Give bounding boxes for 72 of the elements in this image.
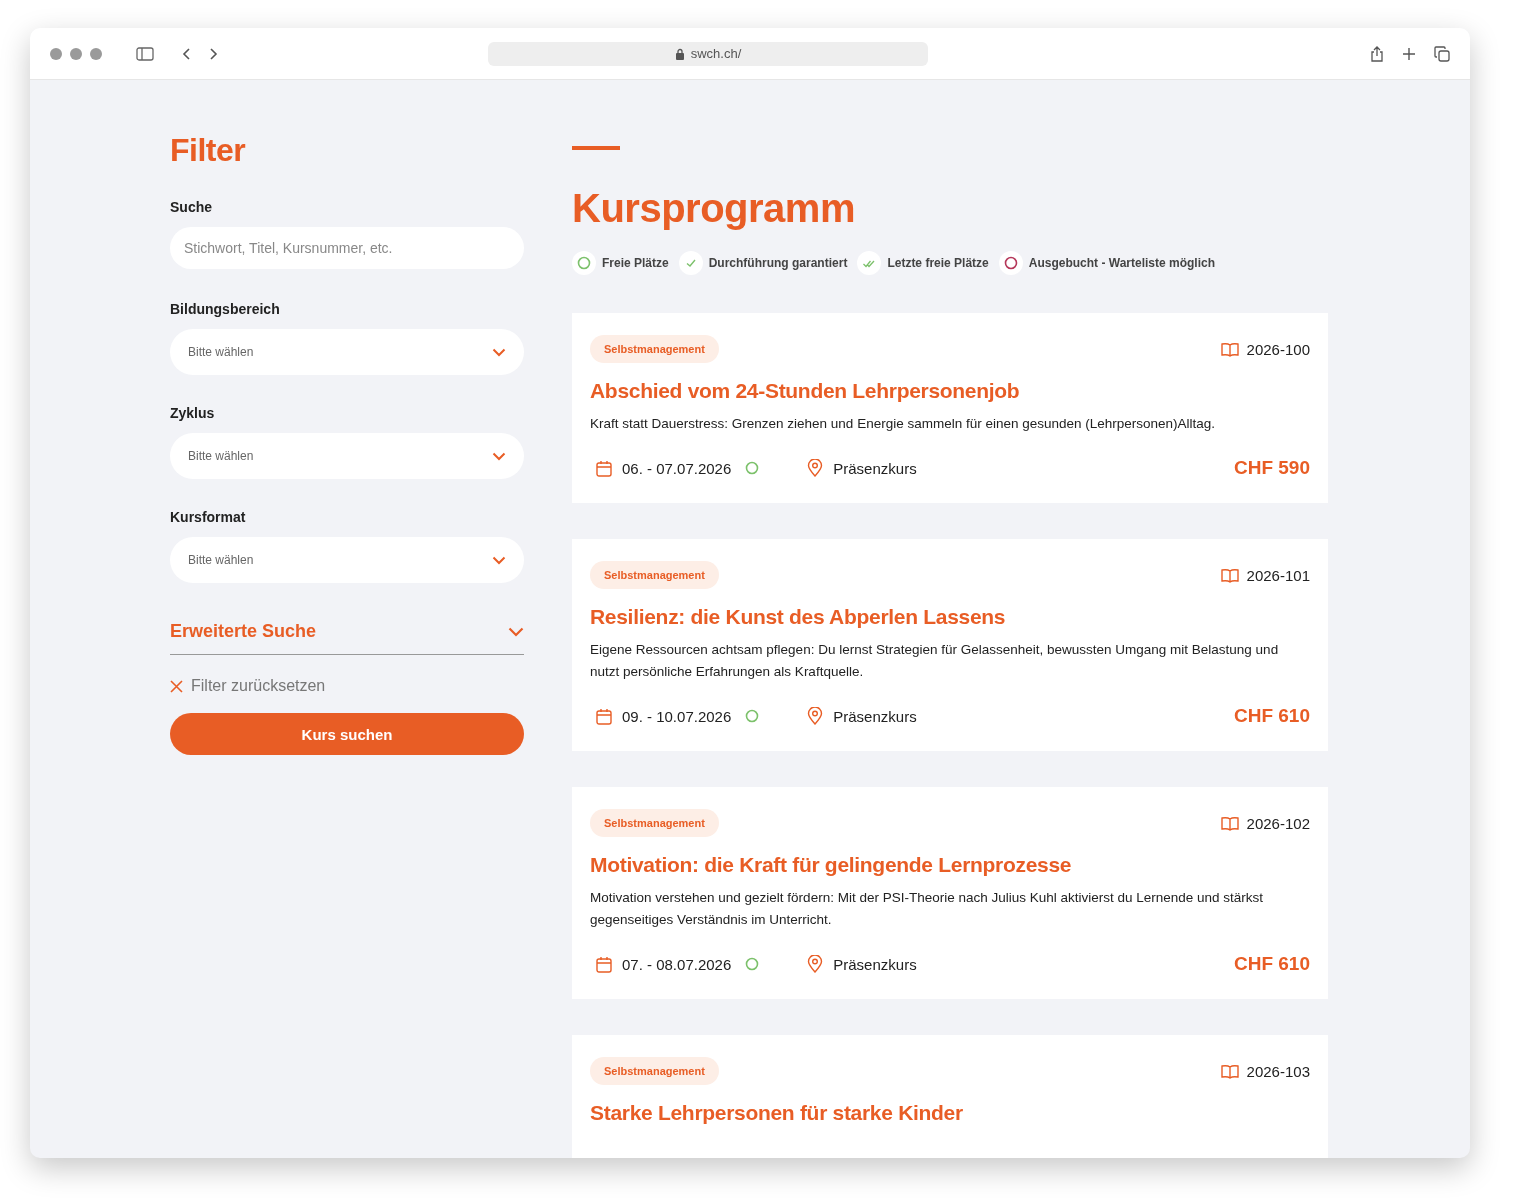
close-icon[interactable] (170, 679, 183, 693)
calendar-icon (596, 955, 612, 973)
select-dropdown[interactable]: Bitte wählen (170, 537, 524, 583)
course-description: Motivation verstehen und gezielt fördern: Mit der PSI-Theorie nach Julius Kuhl aktivierst du Lernende und stärkst gegenseitiges Verständnis im Unterricht. (590, 889, 1265, 929)
course-card[interactable] (572, 313, 1328, 503)
tabs-icon[interactable] (1434, 45, 1450, 62)
course-number: 2026-101 (1246, 566, 1310, 584)
advanced-search-toggle[interactable]: Erweiterte Suche (170, 613, 524, 655)
category-tag: Selbstmanagement (590, 335, 719, 363)
course-title[interactable]: Abschied vom 24-Stunden Lehrpersonenjob (590, 379, 1310, 403)
accent-bar (572, 146, 620, 150)
lock-icon (674, 47, 685, 60)
course-title[interactable]: Starke Lehrpersonen für starke Kinder (590, 1101, 1310, 1125)
field-label: Bildungsbereich (170, 301, 281, 317)
select-dropdown[interactable]: Bitte wählen (170, 329, 524, 375)
book-icon (1220, 567, 1239, 583)
course-format: Präsenzkurs (833, 459, 917, 477)
window-control-icon[interactable] (90, 47, 102, 60)
legend-label: Ausgebucht - Warteliste möglich (1028, 256, 1215, 270)
legend-label: Freie Plätze (602, 256, 669, 270)
course-price: CHF 610 (1233, 953, 1310, 975)
filter-heading: Filter (170, 132, 247, 169)
book-icon (1220, 341, 1239, 357)
calendar-icon (596, 459, 612, 477)
select-dropdown[interactable]: Bitte wählen (170, 433, 524, 479)
chevron-down-icon (492, 451, 506, 461)
course-number: 2026-103 (1246, 1062, 1310, 1080)
course-date: 06. - 07.07.2026 (622, 459, 732, 477)
chevron-down-icon (492, 555, 506, 565)
window-control-icon[interactable] (70, 47, 82, 60)
location-pin-icon (807, 707, 824, 725)
category-tag: Selbstmanagement (590, 809, 719, 837)
search-button[interactable]: Kurs suchen (170, 713, 524, 755)
page-heading: Kursprogramm (572, 186, 856, 231)
legend-label: Letzte freie Plätze (887, 256, 989, 270)
location-pin-icon (807, 459, 824, 477)
field-label: Suche (170, 199, 213, 215)
location-pin-icon (807, 955, 824, 973)
course-price: CHF 610 (1233, 705, 1310, 727)
book-icon (1220, 815, 1239, 831)
share-icon[interactable] (1370, 45, 1384, 62)
course-format: Präsenzkurs (833, 707, 917, 725)
course-date: 07. - 08.07.2026 (622, 955, 732, 973)
field-label: Kursformat (170, 509, 247, 525)
course-description: Eigene Ressourcen achtsam pflegen: Du lernst Strategien für Gelassenheit, bewussten Umgang mit Belastung und nutzt persönliche Erfahrungen als Kraftquelle. (590, 641, 1280, 681)
sidebar-icon[interactable] (136, 46, 154, 61)
course-title[interactable]: Motivation: die Kraft für gelingende Lernprozesse (590, 853, 1310, 877)
address-bar[interactable]: swch.ch/ (488, 41, 928, 66)
course-format: Präsenzkurs (833, 955, 917, 973)
chevron-down-icon (508, 626, 524, 637)
course-date: 09. - 10.07.2026 (622, 707, 732, 725)
course-price: CHF 590 (1233, 457, 1310, 479)
course-card[interactable] (572, 539, 1328, 751)
course-description: Kraft statt Dauerstress: Grenzen ziehen und Energie sammeln für einen gesunden (Lehrpersonen)Alltag. (590, 415, 1217, 433)
reset-filter-link[interactable]: Filter zurücksetzen (191, 677, 326, 695)
book-icon (1220, 1063, 1239, 1079)
back-icon[interactable] (182, 46, 192, 61)
category-tag: Selbstmanagement (590, 1057, 719, 1085)
course-number: 2026-102 (1246, 814, 1310, 832)
search-field[interactable]: Stichwort, Titel, Kursnummer, etc. (170, 227, 524, 269)
course-card[interactable]: Selbstmanagement 2026-103 Starke Lehrpersonen für starke Kinder (572, 1035, 1328, 1158)
course-title[interactable]: Resilienz: die Kunst des Abperlen Lassens (590, 605, 1310, 629)
plus-icon[interactable] (1402, 46, 1416, 61)
legend-label: Durchführung garantiert (708, 256, 848, 270)
forward-icon[interactable] (208, 46, 218, 61)
course-card[interactable] (572, 787, 1328, 999)
category-tag: Selbstmanagement (590, 561, 719, 589)
window-control-icon[interactable] (50, 47, 62, 60)
calendar-icon (596, 707, 612, 725)
course-number: 2026-100 (1246, 340, 1310, 358)
chevron-down-icon (492, 347, 506, 357)
field-label: Zyklus (170, 405, 216, 421)
